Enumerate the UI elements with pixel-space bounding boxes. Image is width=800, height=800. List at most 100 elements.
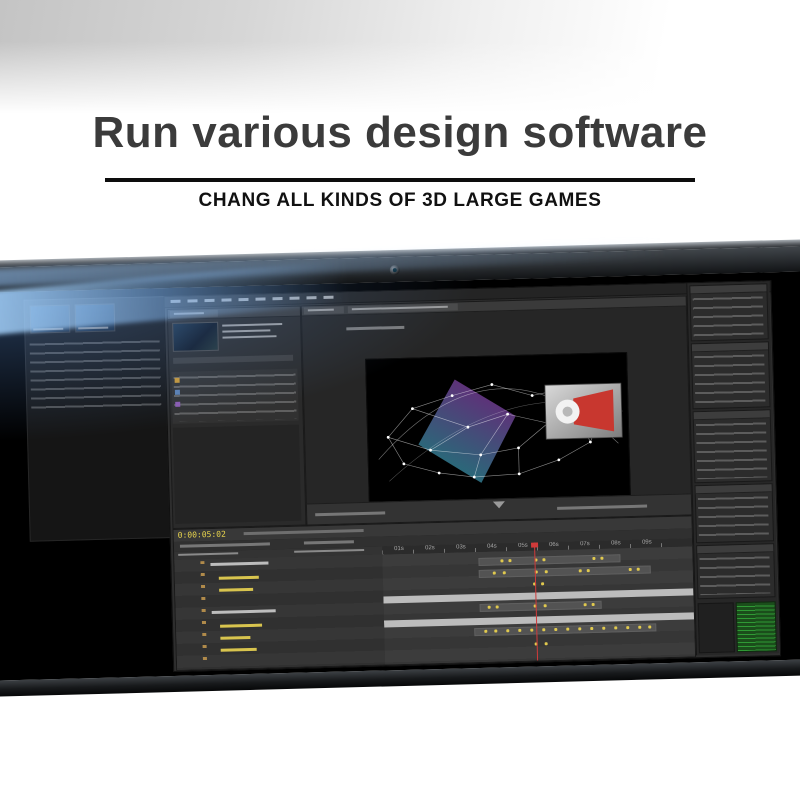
thumbnail-caption [33,327,64,331]
constellation-point [517,472,521,476]
layer-value-bar [218,575,259,580]
keyframe-dot [487,605,491,609]
selected-layer-bar [383,612,695,628]
constellation-line [547,416,578,424]
timeline-panel: 0:00:05:02 01s 02s 03s 04s 05s 06s 07s 0… [172,515,697,671]
constellation-line [558,441,591,461]
constellation-point [429,448,432,452]
panel-header [695,484,772,495]
audio-meter [735,601,777,653]
panel-rows [695,419,768,480]
project-tab [169,309,218,318]
selected-layer-bar [383,588,694,604]
viewer-toolbar-icons-bar [557,504,648,510]
keyframe-dot [592,556,596,560]
constellation-line [577,416,591,443]
constellation-lines [387,384,606,478]
ruler-label: 08s [610,540,621,547]
constellation-point [506,412,510,416]
search-field [173,354,294,364]
keyframe-dot [636,567,640,571]
panel-rows [697,493,769,540]
viewer-tab-label-bar [307,308,334,312]
align-panel [694,483,775,544]
timeline-toolbar-icons-bar [303,540,354,545]
footage-icon [174,389,181,395]
constellation-line [519,459,559,475]
layer-value-bar [220,635,251,640]
panel-rows [699,553,771,596]
ruler-label: 07s [579,541,590,548]
constellation-point [450,394,454,398]
laptop-top-bezel [0,246,800,294]
effects-panel [690,341,771,410]
constellation-point [517,446,520,450]
layer-name-bar [210,561,269,566]
keyframe-dot [495,605,499,609]
panel-rows [692,293,764,338]
viewer-tab [303,306,344,315]
constellation-point [576,414,580,418]
constellation-line [467,413,508,428]
footage-meta-line [222,335,277,339]
constellation-line [452,384,492,396]
project-panel [166,305,307,529]
keyframe-dot [518,628,522,632]
keyframe-dot [533,604,537,608]
keyframe-dot [530,628,534,632]
layer-color-labels [200,561,208,666]
constellation-point [386,435,390,439]
headline: Run various design software [92,108,708,157]
subheadline: CHANG ALL KINDS OF 3D LARGE GAMES [198,190,602,211]
project-tab-label-bar [173,312,204,315]
footage-meta-line [222,323,283,327]
layer-value-bar [219,587,254,592]
orbit-arc [378,388,619,460]
keyframe-dot [542,628,546,632]
playhead-grabber[interactable] [530,542,539,548]
footage-meta-line [222,329,271,333]
track-rows [382,546,696,665]
keyframe-dot [628,567,632,572]
thumbnail-caption [78,326,109,330]
constellation-point [603,402,607,406]
timeline-ruler[interactable]: 01s 02s 03s 04s 05s 06s 07s 08s 09s [382,538,693,556]
constellation-point [563,387,567,391]
viewer-toolbar [306,493,692,525]
keyframe-dot [508,559,512,563]
webcam [389,264,400,276]
preview-gradient-shape [418,379,516,483]
timeline-toolbar-icons-bar [179,542,270,548]
preview-background [366,353,630,502]
page: Run various design software CHANG ALL KI… [0,0,800,800]
keyframe-dot [494,629,498,633]
background-window [23,296,172,542]
constellation-line [474,473,520,478]
menu-items [170,295,341,303]
column-header-bar [294,548,365,553]
screen-glow [0,271,800,681]
constellation-line [564,388,606,404]
ruler-label: 03s [456,544,466,551]
tool-panels-column [686,281,779,656]
constellation-point [472,475,476,479]
constellation-line [491,384,533,396]
keyframe-dot [600,556,604,560]
keyframe-dot [602,626,606,630]
keyframe-dot [534,642,538,646]
playhead[interactable] [533,542,539,661]
keyframe-dot [542,558,546,562]
keyframe-dot [484,629,488,633]
constellation-line [430,426,469,451]
keyframe-dot [506,629,510,633]
composition-icon [175,401,181,407]
keyframe-dot [544,642,548,646]
timeline-tab-bar [243,528,364,536]
keyframe-dot [638,625,642,629]
constellation-line [412,408,469,428]
viewer-tabbar [301,296,686,317]
constellation-point [437,471,441,475]
window-thumbnail [29,304,71,334]
viewer-tab-label-bar [351,305,448,311]
constellation-line [518,422,549,449]
